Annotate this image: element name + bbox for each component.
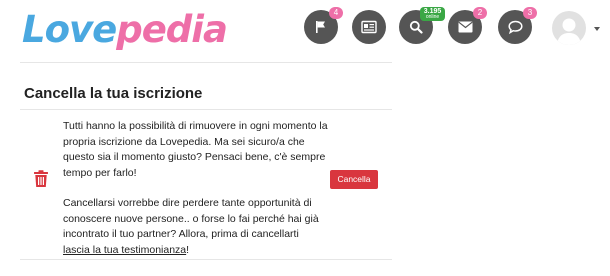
paragraph-2-text: Cancellarsi vorrebbe dire perdere tante … — [63, 197, 319, 240]
message-paragraph-2: Cancellarsi vorrebbe dire perdere tante … — [63, 196, 328, 258]
page-title: Cancella la tua iscrizione — [24, 85, 203, 102]
top-navbar: Lovepedia 4 3.195 online 2 3 — [0, 0, 610, 60]
divider — [20, 109, 392, 110]
online-count-badge: 3.195 online — [420, 7, 445, 21]
trash-icon — [34, 170, 48, 187]
search-button[interactable]: 3.195 online — [399, 7, 445, 44]
notifications-badge: 4 — [329, 7, 343, 19]
cancel-account-button[interactable]: Cancella — [330, 170, 378, 189]
logo-love: Love — [22, 8, 117, 51]
divider — [20, 62, 392, 63]
chevron-down-icon[interactable] — [594, 27, 600, 31]
logo-pedia: pedia — [116, 8, 228, 51]
divider — [20, 259, 392, 260]
notifications-button[interactable]: 4 — [304, 7, 343, 44]
avatar-placeholder-icon — [557, 18, 581, 45]
search-icon — [409, 20, 423, 34]
online-label: online — [425, 14, 440, 20]
user-avatar[interactable] — [552, 11, 586, 45]
envelope-icon — [457, 21, 473, 33]
flag-icon — [316, 21, 325, 33]
paragraph-2-end: ! — [186, 243, 190, 256]
testimonial-link[interactable]: lascia la tua testimonianza — [63, 244, 186, 256]
lovepedia-logo[interactable]: Lovepedia — [22, 6, 228, 54]
newspaper-icon — [361, 20, 377, 34]
messages-button[interactable]: 2 — [448, 7, 487, 44]
message-paragraph-1: Tutti hanno la possibilità di rimuovere … — [63, 120, 328, 179]
news-button[interactable] — [352, 10, 386, 44]
chat-icon — [507, 20, 523, 34]
chat-badge: 3 — [523, 7, 537, 19]
chat-button[interactable]: 3 — [498, 7, 537, 44]
messages-badge: 2 — [473, 7, 487, 19]
cancel-account-message: Tutti hanno la possibilità di rimuovere … — [63, 119, 328, 258]
